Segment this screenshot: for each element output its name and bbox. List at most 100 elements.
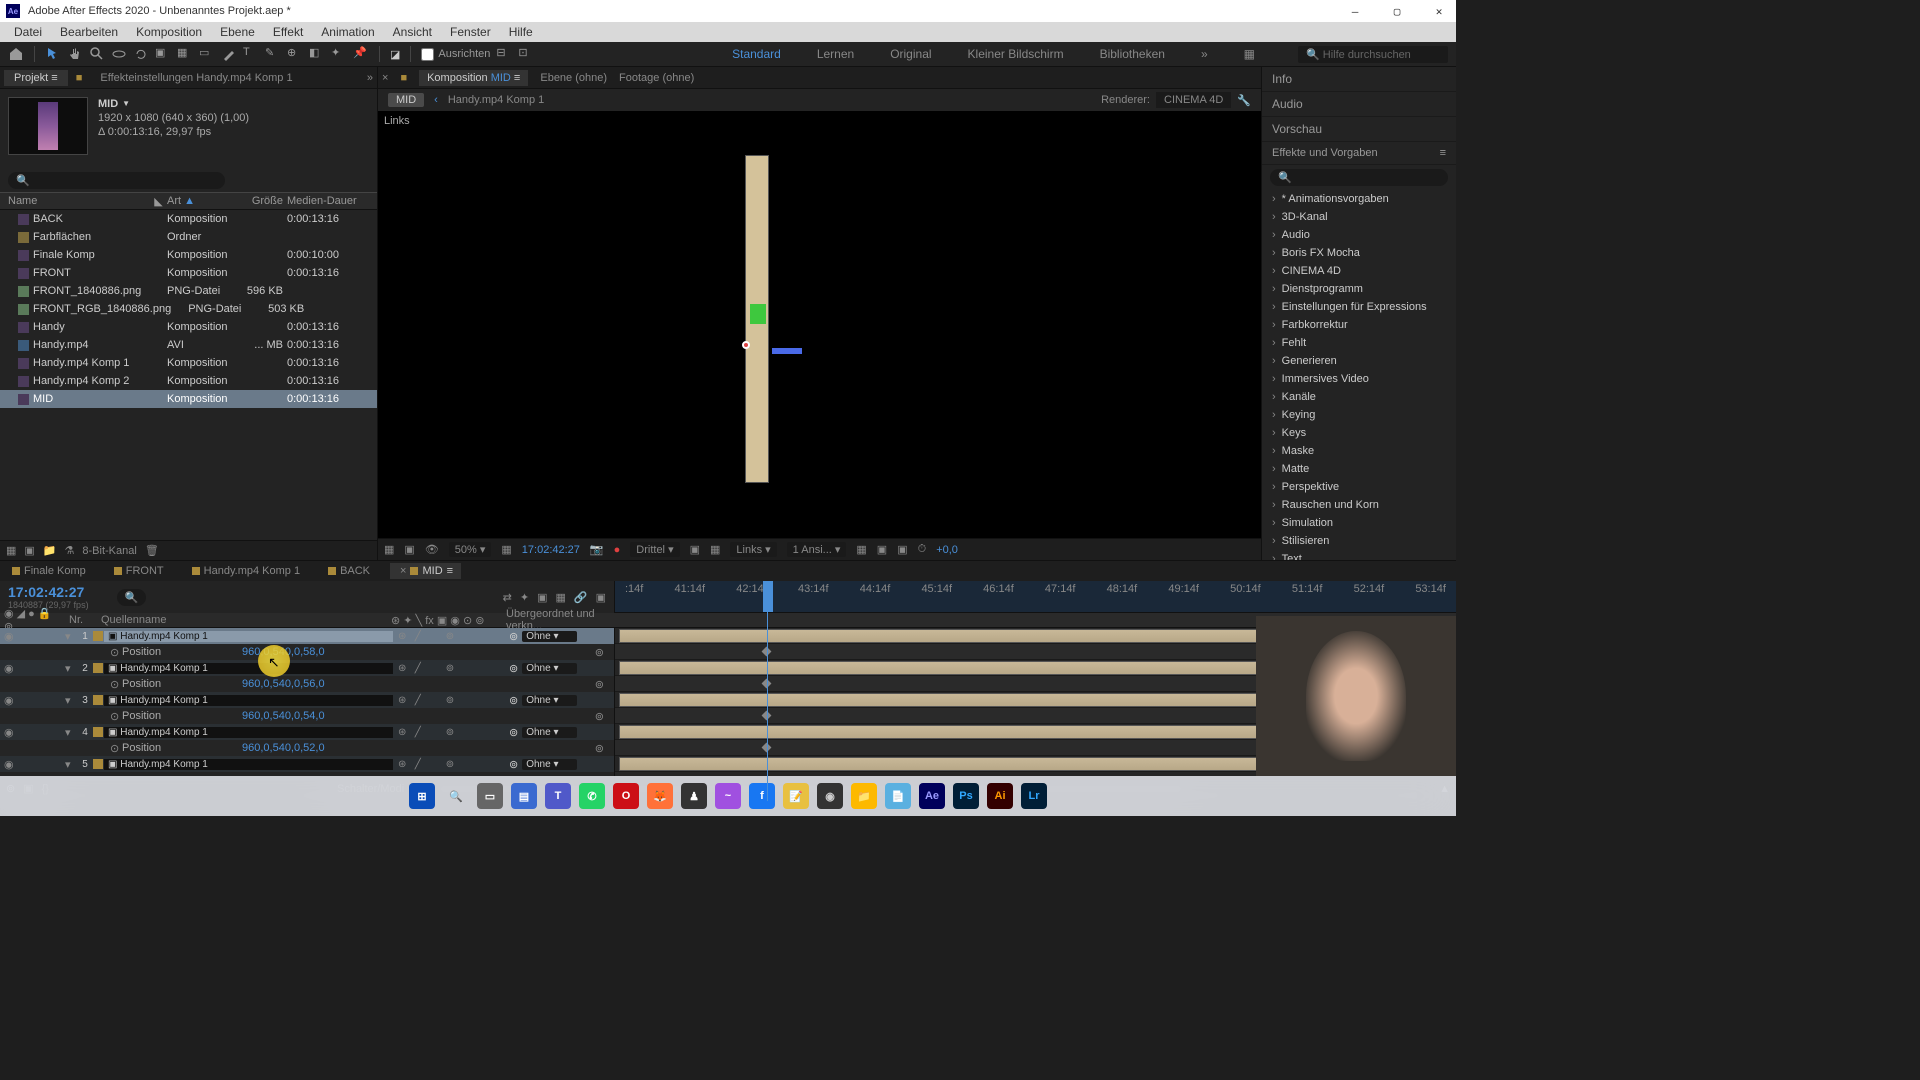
workspace-standard[interactable]: Standard <box>724 43 789 65</box>
zoom-dropdown[interactable]: 50% ▾ <box>449 542 492 557</box>
panel-audio[interactable]: Audio <box>1262 92 1456 117</box>
text-tool-icon[interactable]: T <box>243 46 259 62</box>
rect-tool-icon[interactable]: ▭ <box>199 46 215 62</box>
timeline-layers[interactable]: ◉▾1▣ Handy.mp4 Komp 1⊛ ╱ ⊚⊚Ohne ▾⊙Positi… <box>0 628 615 781</box>
taskbar-files-icon[interactable]: 📁 <box>851 783 877 809</box>
trash-icon[interactable]: 🗑 <box>145 544 159 557</box>
timeline-tab[interactable]: BACK <box>320 563 378 579</box>
clone-tool-icon[interactable]: ⊕ <box>287 46 303 62</box>
panel-info[interactable]: Info <box>1262 67 1456 92</box>
project-item[interactable]: FarbflächenOrdner <box>0 228 377 246</box>
taskbar-firefox-icon[interactable]: 🦊 <box>647 783 673 809</box>
effects-category[interactable]: Farbkorrektur <box>1262 316 1456 334</box>
timeline-search[interactable]: 🔍 <box>117 589 147 606</box>
eraser-tool-icon[interactable]: ◧ <box>309 46 325 62</box>
panel-menu-icon[interactable]: » <box>367 72 373 84</box>
project-item[interactable]: BACKKomposition0:00:13:16 <box>0 210 377 228</box>
minimize-button[interactable]: — <box>1344 5 1366 18</box>
project-item[interactable]: FRONT_1840886.pngPNG-Datei596 KB <box>0 282 377 300</box>
timeline-timecode[interactable]: 17:02:42:27 <box>8 584 89 600</box>
effects-category[interactable]: Simulation <box>1262 514 1456 532</box>
menu-animation[interactable]: Animation <box>313 23 382 41</box>
tab-ebene[interactable]: Ebene (ohne) <box>540 72 607 84</box>
renderer-dropdown[interactable]: CINEMA 4D <box>1156 92 1231 108</box>
color-swatches[interactable]: ◪ <box>390 48 400 61</box>
effects-category[interactable]: Generieren <box>1262 352 1456 370</box>
vf-alpha-icon[interactable]: ▦ <box>384 543 394 556</box>
playhead[interactable] <box>763 581 773 612</box>
vf-channel-icon[interactable]: ▣ <box>404 543 414 556</box>
maximize-button[interactable]: ▢ <box>1386 5 1408 18</box>
effects-category[interactable]: Stilisieren <box>1262 532 1456 550</box>
taskbar-photoshop-icon[interactable]: Ps <box>953 783 979 809</box>
workspace-lernen[interactable]: Lernen <box>809 43 862 65</box>
vf-color-icon[interactable]: ● <box>614 544 621 556</box>
taskbar-obs-icon[interactable]: ◉ <box>817 783 843 809</box>
vf-opt3-icon[interactable]: ▣ <box>897 543 907 556</box>
effects-tree[interactable]: * Animationsvorgaben3D-KanalAudioBoris F… <box>1262 190 1456 560</box>
timeline-tab[interactable]: Handy.mp4 Komp 1 <box>184 563 308 579</box>
menu-ansicht[interactable]: Ansicht <box>385 23 440 41</box>
taskbar-messenger-icon[interactable]: ~ <box>715 783 741 809</box>
panel-vorschau[interactable]: Vorschau <box>1262 117 1456 142</box>
effects-category[interactable]: Einstellungen für Expressions <box>1262 298 1456 316</box>
timeline-tab[interactable]: Finale Komp <box>4 563 94 579</box>
vf-region-icon[interactable]: ▣ <box>690 543 700 556</box>
views-count-dropdown[interactable]: 1 Ansi... ▾ <box>787 542 847 557</box>
taskbar-explorer-icon[interactable]: ▤ <box>511 783 537 809</box>
effects-category[interactable]: Maske <box>1262 442 1456 460</box>
viewer-content-object[interactable] <box>745 155 769 483</box>
effects-category[interactable]: Matte <box>1262 460 1456 478</box>
view-dropdown[interactable]: Links ▾ <box>730 542 776 557</box>
roto-tool-icon[interactable]: ✦ <box>331 46 347 62</box>
tab-effekteinstellungen[interactable]: Effekteinstellungen Handy.mp4 Komp 1 <box>90 70 302 86</box>
zoom-tool-icon[interactable] <box>89 46 105 62</box>
taskbar-aftereffects-icon[interactable]: Ae <box>919 783 945 809</box>
taskbar-facebook-icon[interactable]: f <box>749 783 775 809</box>
tl-opt4-icon[interactable]: ▦ <box>555 591 565 604</box>
effects-category[interactable]: 3D-Kanal <box>1262 208 1456 226</box>
taskbar-lightroom-icon[interactable]: Lr <box>1021 783 1047 809</box>
tab-komposition[interactable]: Komposition MID ≡ <box>419 70 528 86</box>
tl-opt2-icon[interactable]: ✦ <box>520 591 529 604</box>
pan-behind-tool-icon[interactable]: ▦ <box>177 46 193 62</box>
effects-category[interactable]: Keys <box>1262 424 1456 442</box>
tl-opt6-icon[interactable]: ▣ <box>596 591 606 604</box>
vf-mask-icon[interactable]: 👁 <box>425 543 439 556</box>
puppet-tool-icon[interactable]: 📌 <box>353 46 369 62</box>
project-item[interactable]: FRONT_RGB_1840886.pngPNG-Datei503 KB <box>0 300 377 318</box>
project-item[interactable]: Finale KompKomposition0:00:10:00 <box>0 246 377 264</box>
effects-category[interactable]: Rauschen und Korn <box>1262 496 1456 514</box>
vf-timer-icon[interactable]: ⏱ <box>918 543 927 556</box>
timeline-layer-row[interactable]: ◉▾1▣ Handy.mp4 Komp 1⊛ ╱ ⊚⊚Ohne ▾⊙Positi… <box>0 628 614 660</box>
effects-category[interactable]: CINEMA 4D <box>1262 262 1456 280</box>
workspace-reset-icon[interactable]: ▦ <box>1236 43 1263 65</box>
taskbar-search-icon[interactable]: 🔍 <box>443 783 469 809</box>
orbit-tool-icon[interactable] <box>111 46 127 62</box>
viewer-timecode[interactable]: 17:02:42:27 <box>522 544 580 556</box>
camera-tool-icon[interactable]: ▣ <box>155 46 171 62</box>
tl-opt5-icon[interactable]: 🔗 <box>574 591 588 604</box>
adjust-icon[interactable]: ⚗ <box>65 544 75 557</box>
workspace-kleiner bildschirm[interactable]: Kleiner Bildschirm <box>960 43 1072 65</box>
menu-datei[interactable]: Datei <box>6 23 50 41</box>
breadcrumb-back-icon[interactable]: ‹ <box>434 94 438 106</box>
project-item[interactable]: Handy.mp4 Komp 2Komposition0:00:13:16 <box>0 372 377 390</box>
snap-options2-icon[interactable]: ⊡ <box>518 46 534 62</box>
timeline-layer-row[interactable]: ◉▾2▣ Handy.mp4 Komp 1⊛ ╱ ⊚⊚Ohne ▾⊙Positi… <box>0 660 614 692</box>
vf-grid-icon[interactable]: ▦ <box>501 543 511 556</box>
pen-tool-icon[interactable] <box>221 46 237 62</box>
project-item[interactable]: Handy.mp4 Komp 1Komposition0:00:13:16 <box>0 354 377 372</box>
taskbar-whatsapp-icon[interactable]: ✆ <box>579 783 605 809</box>
taskbar-app1-icon[interactable]: ♟ <box>681 783 707 809</box>
workspace-bibliotheken[interactable]: Bibliotheken <box>1092 43 1173 65</box>
menu-bearbeiten[interactable]: Bearbeiten <box>52 23 126 41</box>
interpret-icon[interactable]: ▦ <box>6 544 16 557</box>
timeline-ruler[interactable]: :14f41:14f42:14f43:14f44:14f45:14f46:14f… <box>615 581 1456 613</box>
menu-effekt[interactable]: Effekt <box>265 23 311 41</box>
effects-search-input[interactable]: 🔍 <box>1270 169 1448 186</box>
new-comp-icon[interactable]: ▣ <box>24 544 34 557</box>
hand-tool-icon[interactable] <box>67 46 83 62</box>
taskbar-windows-start-icon[interactable]: ⊞ <box>409 783 435 809</box>
workspace-original[interactable]: Original <box>882 43 939 65</box>
